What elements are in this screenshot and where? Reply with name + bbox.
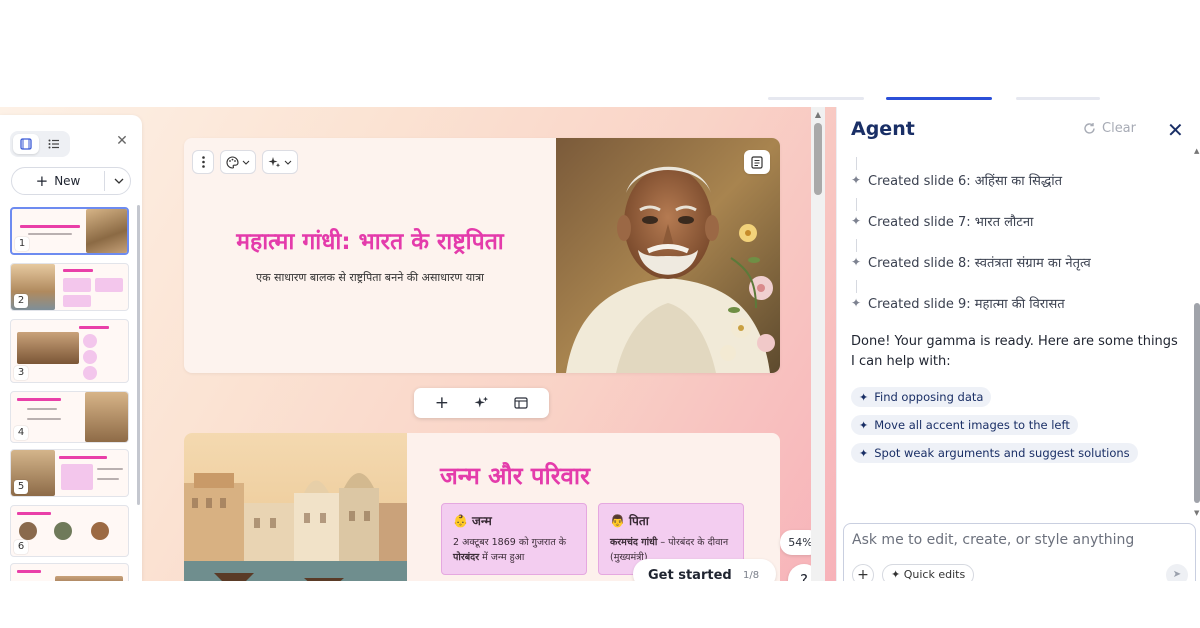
slide-thumbnail[interactable]: 4 — [10, 391, 129, 443]
sparkle-icon: ✦ — [859, 390, 869, 404]
slide-number: 1 — [15, 237, 29, 251]
list-icon — [48, 139, 59, 149]
list-item: ✦ Created slide 8: स्वतंत्रता संग्राम का … — [851, 255, 1091, 271]
grid-view-button[interactable] — [13, 134, 39, 154]
sparkle-icon: ✦ — [851, 255, 862, 269]
agent-prompt-input[interactable] — [852, 532, 1182, 548]
slide-thumbnail[interactable]: 3 — [10, 319, 129, 383]
slide-toolbar — [192, 150, 298, 174]
app-frame: ✕ + New 1 2 3 4 5 6 महात्मा गांधी: भारत … — [0, 107, 1200, 581]
scroll-down-arrow-icon[interactable]: ▼ — [1194, 509, 1199, 517]
agent-steps: ✦ Created slide 6: अहिंसा का सिद्धांत ✦ Cr… — [851, 157, 1181, 321]
agent-done-message: Done! Your gamma is ready. Here are some… — [851, 334, 1178, 369]
scrollbar-thumb[interactable] — [814, 123, 822, 195]
plus-icon: + — [434, 393, 449, 413]
notes-button[interactable] — [744, 150, 770, 174]
slide-number: 5 — [14, 480, 28, 494]
filmstrip-icon — [20, 138, 32, 150]
add-card-button[interactable]: + — [429, 391, 455, 415]
suggestion-chip[interactable]: ✦ Find opposing data — [851, 387, 992, 407]
slide-1[interactable]: महात्मा गांधी: भारत के राष्ट्रपिता एक सा… — [184, 138, 780, 373]
notes-icon — [751, 155, 763, 169]
agent-panel: Agent Clear ✕ ✦ Created slide 6: अहिंसा क… — [836, 107, 1200, 581]
city-painting-image[interactable] — [184, 433, 407, 581]
sparkle-icon: ✦ — [859, 446, 869, 460]
get-started-button[interactable]: Get started 1/8 — [633, 559, 776, 581]
info-card-birth[interactable]: 👶 जन्म 2 अक्टूबर 1869 को गुजरात के पोरबंद… — [441, 503, 587, 575]
sparkle-icon: ✦ — [851, 296, 862, 310]
view-toggle — [10, 131, 70, 157]
palace-illustration — [184, 433, 407, 581]
list-item: ✦ Created slide 9: महात्मा की विरासत — [851, 296, 1065, 312]
scrollbar-thumb[interactable] — [1194, 303, 1200, 503]
sparkle-icon: ✦ — [851, 214, 862, 228]
get-started-progress: 1/8 — [743, 570, 760, 581]
slide-number: 3 — [14, 366, 28, 380]
quick-edits-button[interactable]: ✦ Quick edits — [882, 564, 975, 581]
layout-icon — [514, 397, 528, 409]
thumbnail-image — [17, 332, 79, 364]
get-started-label: Get started — [648, 568, 732, 581]
clear-label: Clear — [1102, 121, 1136, 136]
list-view-button[interactable] — [41, 134, 67, 154]
man-emoji-icon: 👨 — [610, 513, 625, 528]
refresh-icon — [1084, 123, 1095, 134]
slide-subtitle[interactable]: एक साधारण बालक से राष्ट्रपिता बनने की अस… — [184, 270, 556, 285]
slide-number: 2 — [14, 294, 28, 308]
sparkle-icon — [268, 156, 281, 167]
thumbnail-image — [85, 392, 128, 442]
editor-canvas: ✕ + New 1 2 3 4 5 6 महात्मा गांधी: भारत … — [0, 107, 836, 581]
suggestion-chip[interactable]: ✦ Move all accent images to the left — [851, 415, 1078, 435]
sparkle-icon — [474, 396, 489, 408]
panel-scrollbar[interactable] — [137, 205, 140, 505]
chevron-down-icon[interactable] — [112, 172, 126, 190]
attach-plus-icon[interactable]: + — [852, 564, 874, 581]
chevron-down-icon — [284, 160, 292, 165]
slide-thumbnail[interactable]: 2 — [10, 263, 129, 311]
clear-button[interactable]: Clear — [1083, 121, 1136, 136]
sparkle-icon: ✦ — [859, 418, 869, 432]
thumbnail-image — [55, 576, 123, 581]
slide-thumbnail[interactable] — [10, 563, 129, 581]
scroll-up-arrow-icon[interactable]: ▲ — [814, 111, 822, 119]
new-slide-button[interactable]: + New — [11, 167, 131, 195]
send-arrow-icon[interactable]: ➤ — [1166, 564, 1188, 581]
plus-icon: + — [35, 171, 49, 190]
new-label: New — [54, 174, 81, 188]
top-toolbar-remnant — [0, 97, 1200, 101]
layout-button[interactable] — [508, 391, 534, 415]
palette-icon — [226, 155, 239, 169]
slide-number: 6 — [14, 540, 28, 554]
ai-generate-button[interactable] — [468, 391, 494, 415]
insert-toolbar: + — [414, 388, 549, 418]
scroll-up-arrow-icon[interactable]: ▲ — [1194, 147, 1199, 155]
agent-input-box: + ✦ Quick edits ➤ — [843, 523, 1196, 581]
suggestion-chip[interactable]: ✦ Spot weak arguments and suggest solutio… — [851, 443, 1138, 463]
theme-button[interactable] — [220, 150, 256, 174]
slide-panel: ✕ + New 1 2 3 4 5 6 — [0, 115, 142, 581]
slide-title[interactable]: जन्म और परिवार — [440, 459, 590, 492]
list-item: ✦ Created slide 7: भारत लौटना — [851, 214, 1034, 230]
sparkle-icon: ✦ — [891, 568, 901, 581]
agent-title: Agent — [851, 118, 915, 140]
close-panel-icon[interactable]: ✕ — [114, 133, 130, 149]
kebab-menu-icon — [201, 156, 205, 168]
baby-emoji-icon: 👶 — [453, 513, 468, 528]
slide-thumbnail[interactable]: 5 — [10, 449, 129, 497]
slide-number: 4 — [14, 426, 28, 440]
close-icon[interactable]: ✕ — [1167, 118, 1184, 142]
slide-thumbnail[interactable]: 6 — [10, 505, 129, 557]
slide-title[interactable]: महात्मा गांधी: भारत के राष्ट्रपिता — [184, 224, 556, 256]
agent-scrollbar[interactable]: ▲ ▼ — [1194, 147, 1200, 517]
chevron-down-icon — [242, 160, 250, 165]
canvas-scrollbar[interactable]: ▲ — [811, 107, 825, 581]
thumbnail-image — [86, 209, 127, 253]
new-slide-main[interactable]: + New — [12, 168, 104, 194]
more-options-button[interactable] — [192, 150, 214, 174]
slide-thumbnail[interactable]: 1 — [10, 207, 129, 255]
ai-edit-button[interactable] — [262, 150, 298, 174]
sparkle-icon: ✦ — [851, 173, 862, 187]
list-item: ✦ Created slide 6: अहिंसा का सिद्धांत — [851, 173, 1063, 189]
